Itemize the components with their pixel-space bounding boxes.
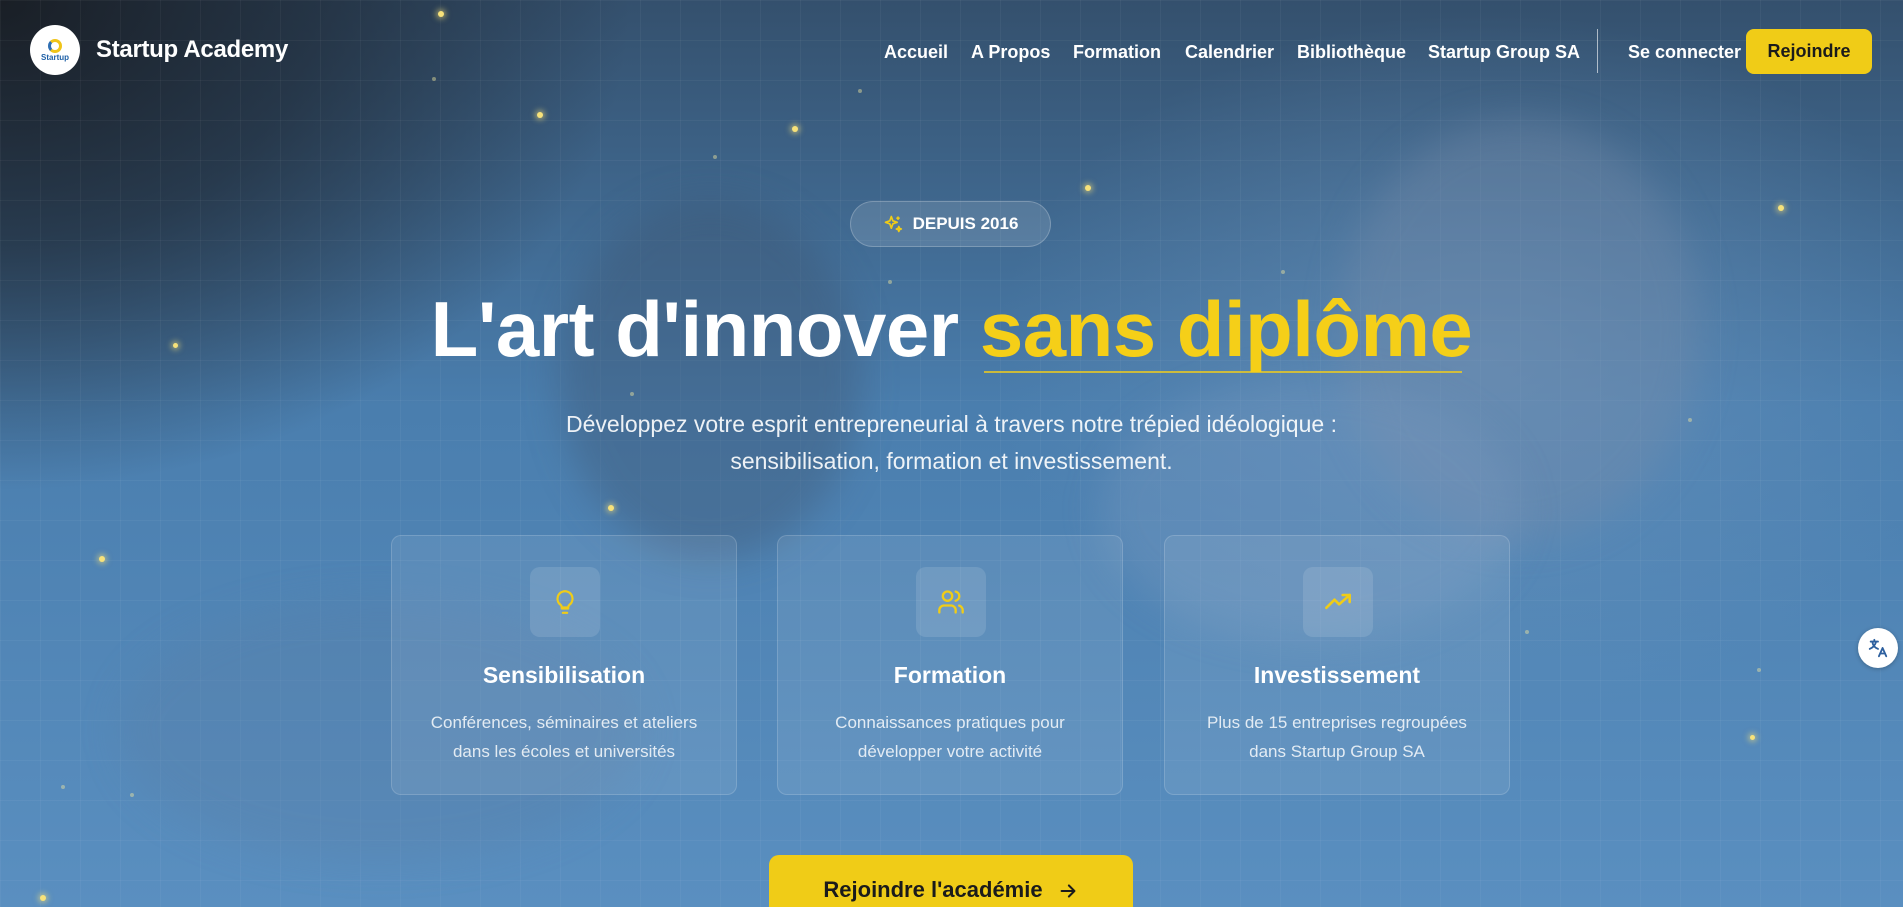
login-link[interactable]: Se connecter (1628, 42, 1741, 63)
card-description: Plus de 15 entreprises regroupées dans S… (1195, 708, 1479, 766)
trending-up-icon (1325, 593, 1351, 610)
top-navigation: Startup Startup Academy Accueil A Propos… (0, 0, 1903, 104)
brand-home-link[interactable]: Startup Startup Academy (30, 25, 288, 75)
since-badge: DEPUIS 2016 (850, 201, 1051, 247)
translate-icon (1868, 638, 1888, 658)
hero-title-highlight: sans diplôme (979, 284, 1473, 375)
nav-link-bibliotheque[interactable]: Bibliothèque (1297, 42, 1406, 63)
nav-link-calendrier[interactable]: Calendrier (1185, 42, 1274, 63)
hero-subtitle-line: Développez votre esprit entrepreneurial … (566, 411, 1337, 437)
sparkle-dot (130, 793, 134, 797)
sparkle-dot (537, 112, 543, 118)
sparkle-dot (61, 785, 65, 789)
cta-label: Rejoindre l'académie (823, 877, 1043, 902)
card-icon-container (1303, 567, 1373, 637)
card-icon-container (916, 567, 986, 637)
sparkle-dot (40, 895, 46, 901)
nav-divider (1597, 29, 1598, 73)
card-title: Sensibilisation (482, 662, 646, 688)
arrow-right-icon (1060, 884, 1076, 898)
card-description-line: Conférences, séminaires et ateliers (430, 713, 698, 732)
sparkle-dot (99, 556, 105, 562)
sparkle-dot (1750, 735, 1755, 740)
card-description-line: dans Startup Group SA (1249, 742, 1425, 761)
nav-link-a-propos[interactable]: A Propos (971, 42, 1050, 63)
brand-logo: Startup (30, 25, 80, 75)
feature-card-investissement: Investissement Plus de 15 entreprises re… (1164, 535, 1510, 795)
card-description-line: développer votre activité (857, 742, 1043, 761)
sparkle-dot (1757, 668, 1761, 672)
logo-ring-icon (48, 38, 62, 53)
translate-button[interactable] (1858, 628, 1898, 668)
lightbulb-icon (556, 590, 574, 614)
card-description: Conférences, séminaires et ateliers dans… (422, 708, 706, 766)
nav-link-startup-group[interactable]: Startup Group SA (1428, 42, 1580, 63)
card-description: Connaissances pratiques pour développer … (808, 708, 1092, 766)
sparkle-dot (1281, 270, 1285, 274)
card-title: Investissement (1253, 662, 1421, 688)
card-icon-container (530, 567, 600, 637)
card-description-line: Connaissances pratiques pour (835, 713, 1065, 732)
sparkle-dot (713, 155, 717, 159)
badge-label: DEPUIS 2016 (912, 214, 1019, 233)
join-button[interactable]: Rejoindre (1746, 29, 1872, 74)
card-description-line: dans les écoles et universités (452, 742, 676, 761)
hero-title-main: L'art d'innover (430, 285, 980, 373)
sparkle-dot (608, 505, 614, 511)
hero-title-highlight-text: sans diplôme (979, 285, 1473, 373)
logo-text: Startup (41, 52, 69, 62)
card-title: Formation (893, 662, 1007, 688)
card-description-line: Plus de 15 entreprises regroupées (1207, 713, 1467, 732)
background-photo-figure (560, 200, 860, 560)
join-academy-button[interactable]: Rejoindre l'académie (769, 855, 1133, 907)
users-icon (938, 590, 964, 614)
sparkle-dot (630, 392, 634, 396)
hero-subtitle: Développez votre esprit entrepreneurial … (0, 406, 1903, 480)
hero-title: L'art d'innover sans diplôme (0, 284, 1903, 375)
sparkle-dot (1778, 205, 1784, 211)
brand-name: Startup Academy (96, 36, 289, 63)
sparkles-icon (884, 215, 902, 233)
nav-link-formation[interactable]: Formation (1073, 42, 1161, 63)
feature-card-formation: Formation Connaissances pratiques pour d… (777, 535, 1123, 795)
hero-subtitle-line: sensibilisation, formation et investisse… (730, 448, 1173, 474)
sparkle-dot (792, 126, 798, 132)
highlight-underline (983, 371, 1463, 373)
nav-link-accueil[interactable]: Accueil (884, 42, 948, 63)
sparkle-dot (1085, 185, 1091, 191)
sparkle-dot (1525, 630, 1529, 634)
feature-card-sensibilisation: Sensibilisation Conférences, séminaires … (391, 535, 737, 795)
